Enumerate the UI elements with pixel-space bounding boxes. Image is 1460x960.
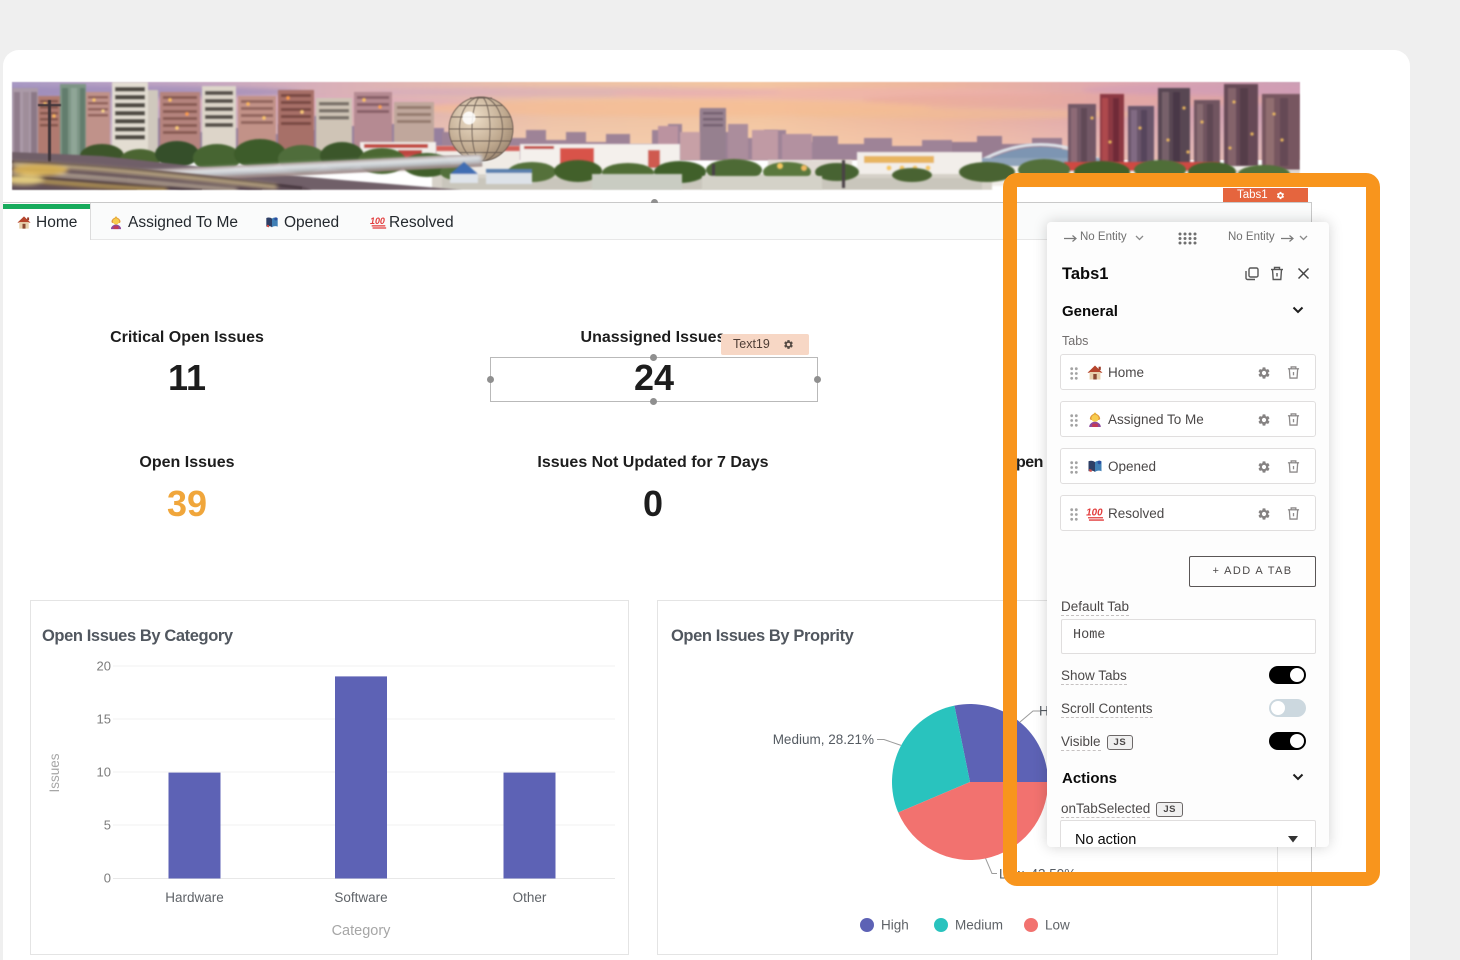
svg-text:Category: Category	[332, 923, 392, 939]
svg-text:Medium: Medium	[955, 918, 1003, 933]
svg-text:10: 10	[97, 765, 111, 780]
svg-text:100: 100	[1086, 507, 1103, 518]
svg-text:5: 5	[104, 818, 111, 833]
svg-text:Medium, 28.21%: Medium, 28.21%	[773, 732, 874, 747]
svg-text:Low: Low	[1045, 918, 1070, 933]
svg-text:Other: Other	[513, 890, 547, 905]
svg-text:Hardware: Hardware	[165, 890, 224, 905]
svg-text:High: High	[881, 918, 909, 933]
svg-text:Software: Software	[334, 890, 387, 905]
svg-text:Issues: Issues	[47, 753, 62, 792]
svg-text:100: 100	[370, 216, 385, 226]
svg-text:15: 15	[97, 712, 111, 727]
svg-text:0: 0	[104, 871, 111, 886]
svg-text:20: 20	[97, 659, 111, 674]
